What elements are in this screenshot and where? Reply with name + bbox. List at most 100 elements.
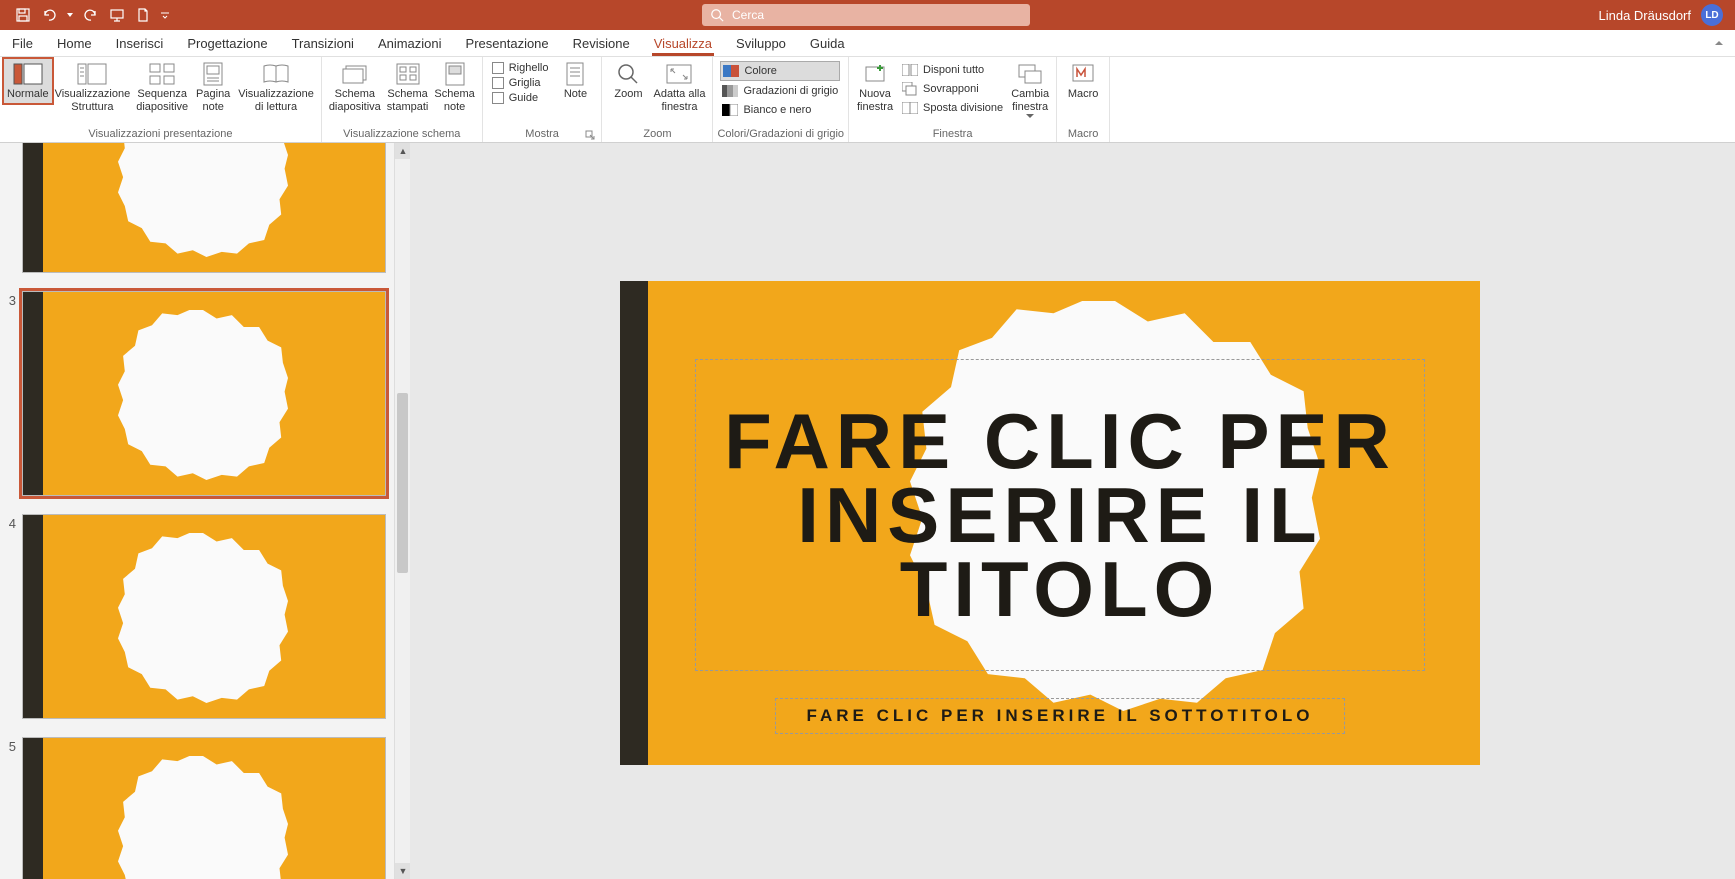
handout-master-button[interactable]: Schema stampati [384,59,432,116]
undo-dropdown-icon[interactable] [66,6,74,24]
normal-view-button[interactable]: Normale [4,59,52,103]
tab-design[interactable]: Progettazione [175,32,279,56]
tab-strip: File Home Inserisci Progettazione Transi… [0,30,1735,57]
color-icon [723,63,739,79]
grayscale-icon [722,83,738,99]
reading-view-button[interactable]: Visualizzazione di lettura [235,59,317,116]
new-window-button[interactable]: Nuova finestra [853,59,897,116]
scrollbar-thumb[interactable] [397,393,408,573]
ruler-checkbox[interactable]: Righello [490,61,551,75]
slide-master-icon [339,61,371,87]
tab-home[interactable]: Home [45,32,104,56]
slide-canvas[interactable]: FARE CLIC PER INSERIRE IL TITOLO FARE CL… [620,281,1480,765]
normal-view-icon [12,61,44,87]
group-label: Colori/Gradazioni di grigio [717,128,844,142]
notes-page-icon [197,61,229,87]
grid-checkbox[interactable]: Griglia [490,76,551,90]
fit-window-button[interactable]: Adatta alla finestra [650,59,708,116]
tab-transitions[interactable]: Transizioni [280,32,366,56]
save-icon[interactable] [14,6,32,24]
tab-file[interactable]: File [0,32,45,56]
dialog-launcher-icon[interactable] [585,130,595,140]
group-presentation-views: Normale Visualizzazione Struttura Sequen… [0,57,322,142]
slide-stripe [620,281,648,765]
group-label: Finestra [853,128,1052,142]
cascade-icon [902,81,918,97]
group-master-views: Schema diapositiva Schema stampati Schem… [322,57,483,142]
tab-review[interactable]: Revisione [561,32,642,56]
scroll-down-icon[interactable]: ▼ [395,863,410,879]
notes-page-button[interactable]: Pagina note [191,59,235,116]
undo-icon[interactable] [40,6,58,24]
subtitle-placeholder[interactable]: FARE CLIC PER INSERIRE IL SOTTOTITOLO [775,698,1345,734]
handout-master-icon [392,61,424,87]
grayscale-button[interactable]: Gradazioni di grigio [720,82,840,100]
fit-window-icon [663,61,695,87]
user-name[interactable]: Linda Dräusdorf [1599,8,1692,23]
tab-view[interactable]: Visualizza [642,32,724,56]
tab-help[interactable]: Guida [798,32,857,56]
color-button[interactable]: Colore [720,61,840,81]
group-show: Righello Griglia Guide Note Mostra [483,57,603,142]
slide-master-button[interactable]: Schema diapositiva [326,59,384,116]
notes-button[interactable]: Note [553,59,597,103]
search-icon [710,8,724,22]
scroll-up-icon[interactable]: ▲ [395,143,410,159]
from-beginning-icon[interactable] [108,6,126,24]
thumbnail-slide-5[interactable]: 5 [0,737,394,879]
zoom-button[interactable]: Zoom [606,59,650,103]
split-button[interactable]: Sposta divisione [900,99,1005,117]
group-window: Nuova finestra Disponi tutto Sovrapponi … [849,57,1057,142]
search-input[interactable] [732,8,1022,22]
tab-developer[interactable]: Sviluppo [724,32,798,56]
thumbnail-slide-2[interactable]: 2 [0,143,394,273]
group-label: Visualizzazioni presentazione [4,128,317,142]
tab-insert[interactable]: Inserisci [104,32,176,56]
chevron-down-icon [1026,114,1034,118]
zoom-icon [612,61,644,87]
title-placeholder[interactable]: FARE CLIC PER INSERIRE IL TITOLO [695,359,1425,671]
cascade-button[interactable]: Sovrapponi [900,80,1005,98]
new-window-icon [859,61,891,87]
slide-editor[interactable]: FARE CLIC PER INSERIRE IL TITOLO FARE CL… [410,143,1735,879]
title-bar: Presentazione standard1 - PowerPoint Lin… [0,0,1735,30]
arrange-icon [902,62,918,78]
thumbnail-panel: 2 3 4 5 ▲ ▼ [0,143,410,879]
group-label: Macro [1061,128,1105,142]
macro-button[interactable]: Macro [1061,59,1105,103]
switch-window-button[interactable]: Cambia finestra [1008,59,1052,120]
outline-view-button[interactable]: Visualizzazione Struttura [52,59,134,116]
notes-master-button[interactable]: Schema note [431,59,477,116]
subtitle-text: FARE CLIC PER INSERIRE IL SOTTOTITOLO [807,706,1314,726]
redo-icon[interactable] [82,6,100,24]
bw-icon [722,102,738,118]
outline-view-icon [76,61,108,87]
group-label: Zoom [606,128,708,142]
avatar[interactable]: LD [1701,4,1723,26]
qat-customize-icon[interactable] [160,6,170,24]
slide-sorter-icon [146,61,178,87]
ribbon: Normale Visualizzazione Struttura Sequen… [0,57,1735,143]
tab-animations[interactable]: Animazioni [366,32,454,56]
search-box[interactable] [702,4,1030,26]
tab-slideshow[interactable]: Presentazione [454,32,561,56]
group-macros: Macro Macro [1057,57,1110,142]
macro-icon [1067,61,1099,87]
arrange-all-button[interactable]: Disponi tutto [900,61,1005,79]
thumbnail-scrollbar[interactable]: ▲ ▼ [394,143,410,879]
new-file-icon[interactable] [134,6,152,24]
guides-checkbox[interactable]: Guide [490,91,551,105]
thumbnail-slide-4[interactable]: 4 [0,514,394,719]
reading-view-icon [260,61,292,87]
bw-button[interactable]: Bianco e nero [720,101,840,119]
quick-access-toolbar [0,6,170,24]
split-icon [902,100,918,116]
switch-window-icon [1014,61,1046,87]
thumbnail-slide-3[interactable]: 3 [0,291,394,496]
work-area: 2 3 4 5 ▲ ▼ FARE [0,143,1735,879]
group-label: Mostra [487,128,598,142]
collapse-ribbon-icon[interactable] [1703,34,1735,56]
notes-master-icon [439,61,471,87]
slide-sorter-button[interactable]: Sequenza diapositive [133,59,191,116]
user-area: Linda Dräusdorf LD [1599,4,1735,26]
